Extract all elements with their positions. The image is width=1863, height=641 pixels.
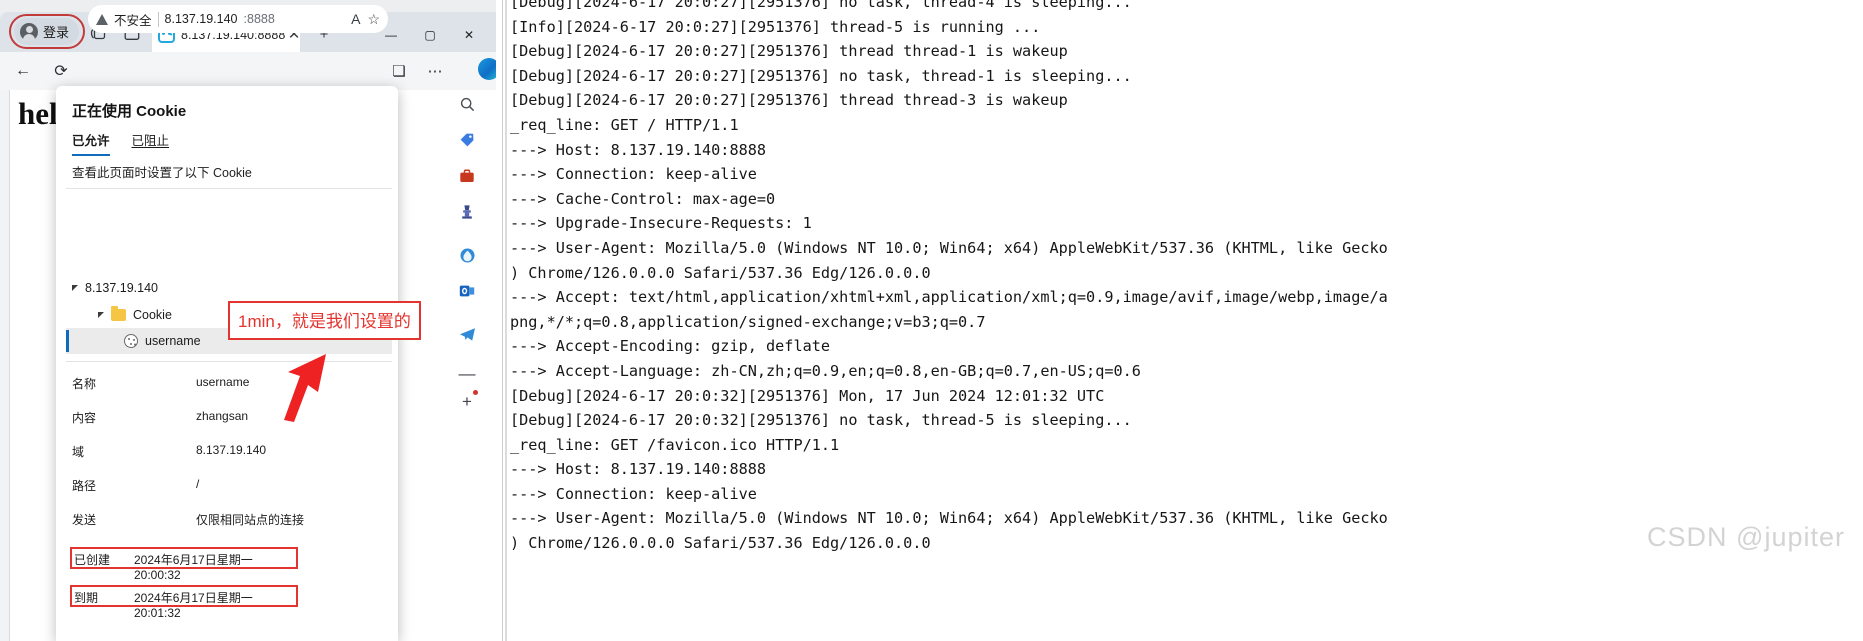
shopping-tag-icon[interactable] bbox=[455, 128, 479, 152]
search-icon[interactable] bbox=[455, 92, 479, 116]
favorite-star-icon[interactable]: ☆ bbox=[367, 11, 380, 28]
detail-row-expires: 到期 2024年6月17日星期一 20:01:32 bbox=[70, 585, 298, 620]
browser-window: 登录 8.137.19.140:8888 ✕ + — ▢ ✕ ← ⟳ 不安全 8… bbox=[0, 0, 496, 641]
divider-top bbox=[66, 188, 392, 189]
log-line: ) Chrome/126.0.0.0 Safari/537.36 Edg/126… bbox=[510, 263, 931, 282]
tab-allowed[interactable]: 已允许 bbox=[72, 130, 110, 156]
detail-label: 已创建 bbox=[74, 553, 111, 567]
log-line: [Debug][2024-6-17 20:0:27][2951376] no t… bbox=[510, 0, 1132, 11]
refresh-icon[interactable]: ⟳ bbox=[46, 57, 76, 85]
detail-value: zhangsan bbox=[196, 409, 249, 423]
read-aloud-icon[interactable]: A bbox=[351, 11, 360, 27]
detail-label: 内容 bbox=[72, 411, 97, 425]
security-label: 不安全 bbox=[114, 13, 152, 28]
page-left-gutter bbox=[0, 90, 10, 641]
terminal-log-lines: [Debug][2024-6-17 20:0:27][2951376] no t… bbox=[510, 0, 1860, 556]
log-line: ---> Accept: text/html,application/xhtml… bbox=[510, 288, 1388, 307]
url-host: 8.137.19.140 bbox=[164, 12, 238, 26]
tree-folder-label: Cookie bbox=[133, 308, 172, 322]
log-line: [Debug][2024-6-17 20:0:27][2951376] no t… bbox=[510, 66, 1132, 85]
folder-icon bbox=[111, 306, 126, 321]
detail-row-domain: 域 8.137.19.140 bbox=[56, 438, 398, 465]
briefcase-icon[interactable] bbox=[455, 164, 479, 188]
log-line: [Debug][2024-6-17 20:0:32][2951376] no t… bbox=[510, 411, 1132, 430]
not-secure-icon bbox=[96, 13, 108, 25]
log-line: ---> Host: 8.137.19.140:8888 bbox=[510, 460, 767, 479]
log-line: [Debug][2024-6-17 20:0:27][2951376] thre… bbox=[510, 91, 1068, 110]
detail-value: 2024年6月17日星期一 20:00:32 bbox=[134, 553, 253, 582]
log-line: png,*/*;q=0.8,application/signed-exchang… bbox=[510, 312, 986, 331]
log-line: ---> Accept-Encoding: gzip, deflate bbox=[510, 337, 831, 356]
detail-label: 名称 bbox=[72, 377, 97, 391]
log-line: ---> Upgrade-Insecure-Requests: 1 bbox=[510, 214, 812, 233]
telegram-icon[interactable] bbox=[455, 322, 479, 346]
annotation-note: 1min，就是我们设置的 bbox=[228, 301, 421, 340]
detail-value: username bbox=[196, 375, 250, 389]
log-line: ---> Cache-Control: max-age=0 bbox=[510, 189, 776, 208]
sidebar-divider: — bbox=[458, 364, 476, 383]
copilot-icon[interactable] bbox=[478, 58, 496, 80]
chevron-expanded-icon bbox=[98, 312, 104, 318]
cookie-dialog: 正在使用 Cookie 已允许 已阻止 查看此页面时设置了以下 Cookie 8… bbox=[56, 86, 398, 641]
tree-folder-row[interactable]: Cookie bbox=[98, 303, 172, 327]
log-line: _req_line: GET / HTTP/1.1 bbox=[510, 115, 739, 134]
detail-row-created: 已创建 2024年6月17日星期一 20:00:32 bbox=[70, 547, 298, 582]
detail-row-send: 发送 仅限相同站点的连接 bbox=[56, 506, 398, 533]
detail-row-path: 路径 / bbox=[56, 472, 398, 499]
back-icon[interactable]: ← bbox=[8, 57, 38, 85]
log-line: _req_line: GET /favicon.ico HTTP/1.1 bbox=[510, 435, 840, 454]
detail-value: 2024年6月17日星期一 20:01:32 bbox=[134, 591, 253, 620]
tree-cookie-label: username bbox=[145, 334, 201, 348]
detail-value: 仅限相同站点的连接 bbox=[196, 513, 305, 527]
cookie-dialog-title: 正在使用 Cookie bbox=[72, 103, 187, 120]
tree-site-row[interactable]: 8.137.19.140 bbox=[72, 276, 158, 300]
tree-site-label: 8.137.19.140 bbox=[85, 281, 158, 295]
terminal-scroll-track[interactable] bbox=[505, 0, 507, 641]
add-badge-dot bbox=[473, 390, 478, 395]
log-line: ---> Connection: keep-alive bbox=[510, 165, 757, 184]
close-button[interactable]: ✕ bbox=[454, 24, 484, 46]
account-label: 登录 bbox=[43, 25, 70, 40]
outlook-icon[interactable] bbox=[455, 279, 479, 303]
edge-drop-icon[interactable] bbox=[455, 243, 479, 267]
log-line: ) Chrome/126.0.0.0 Safari/537.36 Edg/126… bbox=[510, 534, 931, 553]
omnibox-divider bbox=[157, 11, 159, 27]
log-line: ---> User-Agent: Mozilla/5.0 (Windows NT… bbox=[510, 238, 1388, 257]
avatar-icon bbox=[20, 22, 38, 41]
maximize-button[interactable]: ▢ bbox=[415, 24, 445, 46]
log-line: [Debug][2024-6-17 20:0:27][2951376] thre… bbox=[510, 42, 1068, 61]
terminal-log-panel: [Debug][2024-6-17 20:0:27][2951376] no t… bbox=[496, 0, 1863, 641]
log-line: ---> Connection: keep-alive bbox=[510, 484, 757, 503]
more-options-icon[interactable]: ⋯ bbox=[422, 58, 448, 84]
detail-label: 路径 bbox=[72, 479, 97, 493]
divider-mid bbox=[66, 361, 392, 362]
detail-row-content: 内容 zhangsan bbox=[56, 404, 398, 431]
split-window-icon[interactable]: ❏ bbox=[386, 58, 412, 84]
url-port: :8888 bbox=[243, 12, 275, 26]
tab-blocked[interactable]: 已阻止 bbox=[132, 130, 170, 156]
log-line: [Debug][2024-6-17 20:0:32][2951376] Mon,… bbox=[510, 386, 1105, 405]
chevron-expanded-icon bbox=[72, 285, 78, 291]
detail-row-name: 名称 username bbox=[56, 370, 398, 397]
detail-label: 域 bbox=[72, 445, 85, 459]
cookie-icon bbox=[124, 334, 138, 348]
detail-label: 到期 bbox=[74, 591, 99, 605]
log-line: ---> User-Agent: Mozilla/5.0 (Windows NT… bbox=[510, 509, 1388, 528]
detail-value: 8.137.19.140 bbox=[196, 443, 267, 457]
terminal-left-gutter bbox=[496, 0, 503, 641]
cookie-dialog-tabs: 已允许 已阻止 bbox=[72, 130, 169, 156]
detail-value: / bbox=[196, 477, 200, 491]
red-arrow-up bbox=[284, 354, 326, 422]
cookie-dialog-subtitle: 查看此页面时设置了以下 Cookie bbox=[72, 166, 252, 180]
log-line: ---> Host: 8.137.19.140:8888 bbox=[510, 140, 767, 159]
log-line: [Info][2024-6-17 20:0:27][2951376] threa… bbox=[510, 17, 1041, 36]
address-bar[interactable]: 不安全 8.137.19.140 :8888 A ☆ bbox=[88, 5, 388, 33]
games-icon[interactable] bbox=[455, 200, 479, 224]
detail-label: 发送 bbox=[72, 513, 97, 527]
account-button[interactable]: 登录 bbox=[14, 18, 80, 45]
log-line: ---> Accept-Language: zh-CN,zh;q=0.9,en;… bbox=[510, 361, 1141, 380]
page-heading: hel bbox=[18, 96, 58, 131]
